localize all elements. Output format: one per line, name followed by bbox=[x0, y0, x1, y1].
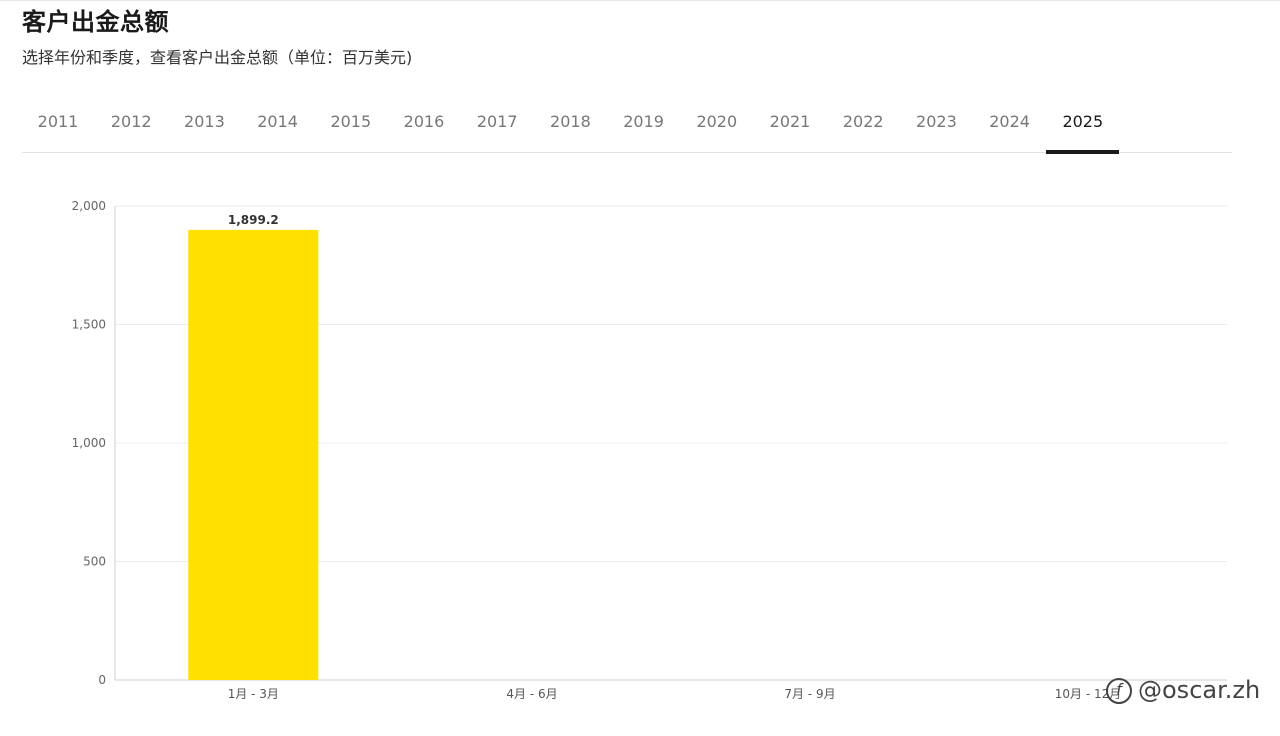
y-tick-label: 500 bbox=[83, 555, 106, 569]
tab-year-2012[interactable]: 2012 bbox=[95, 112, 168, 152]
watermark: f @oscar.zh bbox=[1106, 676, 1260, 704]
tab-year-2025[interactable]: 2025 bbox=[1046, 112, 1120, 154]
watermark-text: @oscar.zh bbox=[1138, 676, 1261, 704]
page-title: 客户出金总额 bbox=[22, 8, 169, 36]
page-subtitle: 选择年份和季度，查看客户出金总额（单位：百万美元) bbox=[22, 48, 413, 67]
year-tabs: 2011 2012 2013 2014 2015 2016 2017 2018 2019 2020… bbox=[22, 100, 1232, 154]
tab-year-2022[interactable]: 2022 bbox=[827, 112, 900, 152]
x-tick-label: 7月 - 9月 bbox=[784, 687, 835, 701]
watermark-logo-icon: f bbox=[1106, 678, 1132, 704]
y-tick-label: 0 bbox=[98, 673, 106, 687]
x-tick-label: 4月 - 6月 bbox=[506, 687, 557, 701]
y-tick-label: 1,000 bbox=[72, 436, 106, 450]
bar-chart: 0 500 1,000 1,500 2,000 1,899.2 1月 - 3月 4月 - 6月… bbox=[72, 199, 1227, 701]
tab-year-2015[interactable]: 2015 bbox=[314, 112, 387, 152]
tab-year-2018[interactable]: 2018 bbox=[534, 112, 607, 152]
y-tick-label: 2,000 bbox=[72, 199, 106, 213]
tab-year-2024[interactable]: 2024 bbox=[973, 112, 1046, 152]
data-label-1: 1,899.2 bbox=[228, 213, 279, 227]
y-tick-label: 1,500 bbox=[72, 318, 106, 332]
tab-year-2021[interactable]: 2021 bbox=[754, 112, 827, 152]
tab-year-2017[interactable]: 2017 bbox=[461, 112, 534, 152]
tab-year-2013[interactable]: 2013 bbox=[168, 112, 241, 152]
tab-year-2014[interactable]: 2014 bbox=[241, 112, 314, 152]
tab-year-2019[interactable]: 2019 bbox=[607, 112, 680, 152]
tab-year-2020[interactable]: 2020 bbox=[680, 112, 753, 152]
tab-year-2016[interactable]: 2016 bbox=[388, 112, 461, 152]
top-divider bbox=[0, 0, 1280, 1]
bar-1 bbox=[188, 229, 319, 681]
tab-year-2023[interactable]: 2023 bbox=[900, 112, 973, 152]
x-tick-label: 1月 - 3月 bbox=[228, 687, 279, 701]
tab-year-2011[interactable]: 2011 bbox=[22, 112, 95, 152]
